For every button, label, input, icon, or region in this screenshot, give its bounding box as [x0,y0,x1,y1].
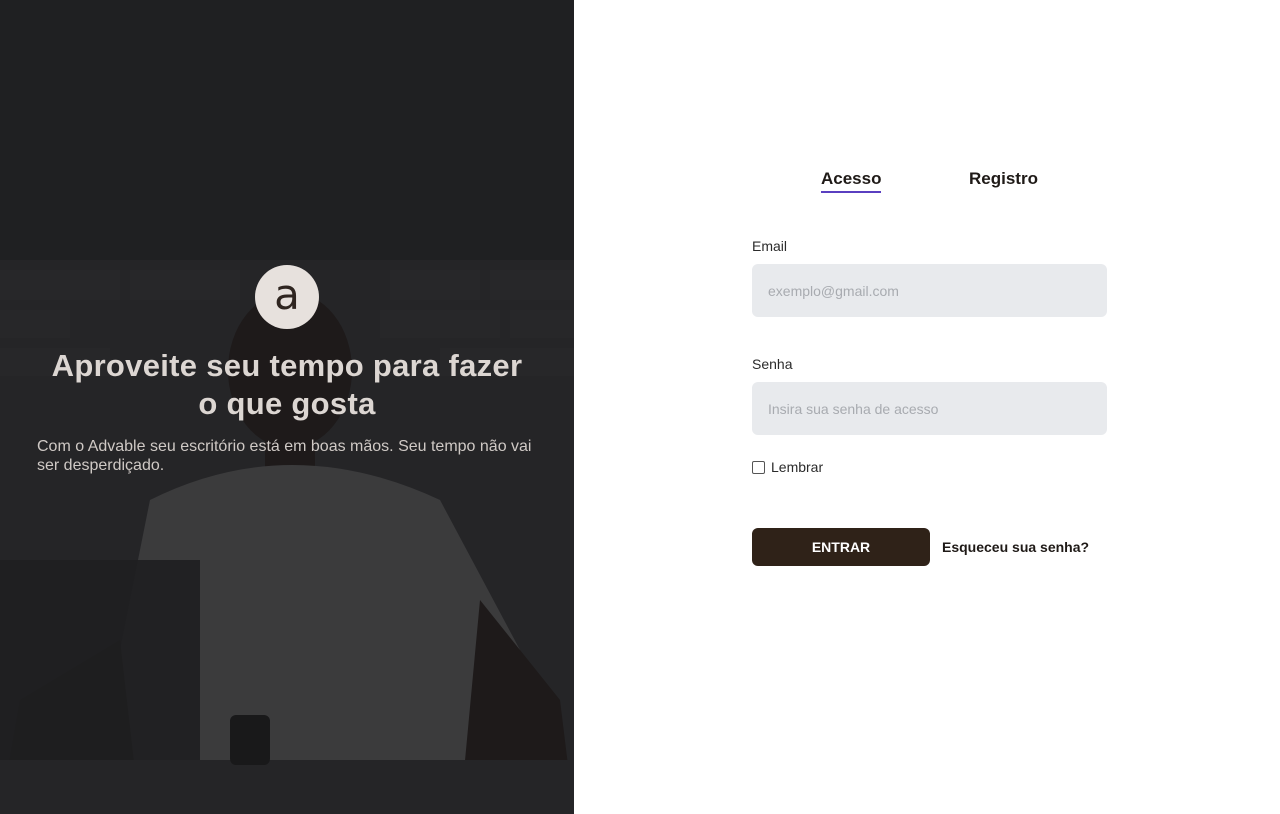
login-page: a Aproveite seu tempo para fazer o que g… [0,0,1280,814]
active-tab-indicator [821,191,881,193]
remember-checkbox[interactable] [752,460,765,474]
tab-register[interactable]: Registro [969,169,1038,189]
password-field[interactable] [752,382,1107,435]
hero-subtitle: Com o Advable seu escritório está em boa… [37,438,532,474]
login-panel: Acesso Registro Email Senha Lembrar ENTR… [574,0,1280,814]
tab-login[interactable]: Acesso [821,169,881,189]
forgot-password-link[interactable]: Esqueceu sua senha? [942,539,1089,555]
password-label: Senha [752,356,793,372]
brand-logo-letter: a [274,270,300,319]
email-label: Email [752,238,788,254]
hero-title: Aproveite seu tempo para fazer o que gos… [51,348,523,421]
auth-tabs: Acesso Registro [821,169,1041,199]
email-field[interactable] [752,264,1107,317]
submit-button[interactable]: ENTRAR [752,528,930,566]
brand-logo: a [255,265,319,329]
remember-label: Lembrar [771,459,824,475]
hero-panel: a Aproveite seu tempo para fazer o que g… [0,0,574,814]
hero-content: a Aproveite seu tempo para fazer o que g… [0,265,574,475]
remember-option: Lembrar [752,459,823,475]
